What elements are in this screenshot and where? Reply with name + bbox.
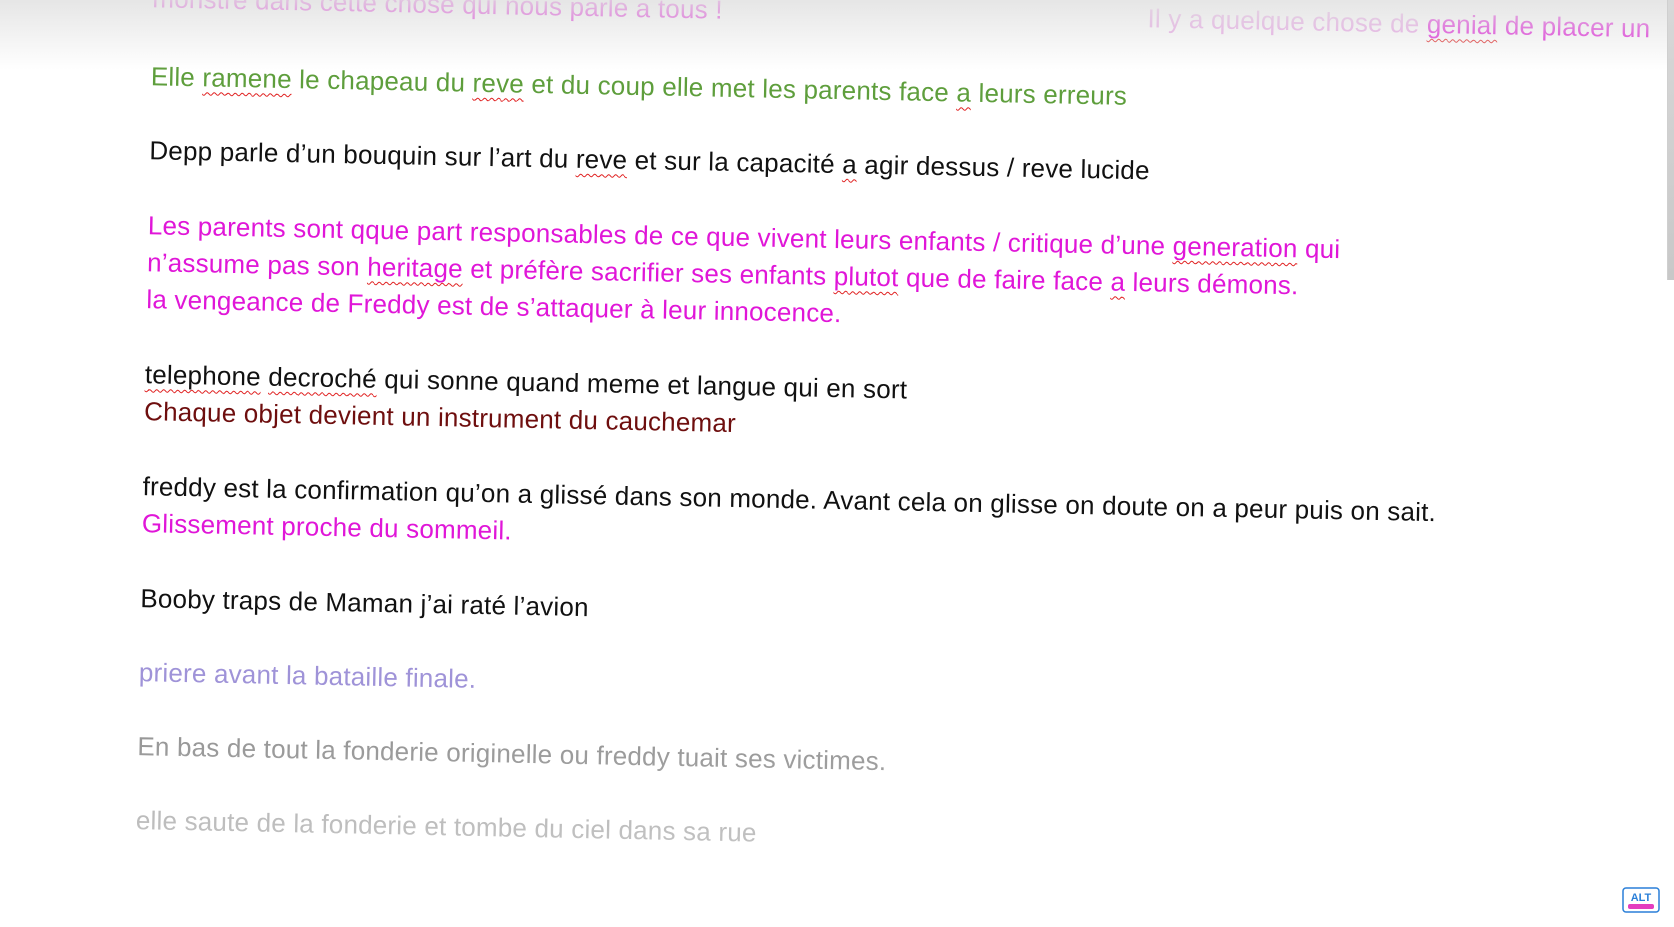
text-run: agir dessus / reve lucide	[864, 149, 1150, 186]
text-run: En bas de tout la fonderie originelle ou…	[137, 731, 887, 777]
paragraph-parents: Les parents sont qque part responsables …	[146, 207, 1458, 344]
text-run: Booby traps de Maman j’ai raté l’avion	[140, 583, 589, 623]
misspelled-word: a	[841, 149, 858, 180]
misspelled-word: decroché	[268, 361, 378, 394]
text-run: elle saute de la fonderie et tombe du ci…	[135, 805, 757, 848]
text-run: que de faire face	[905, 262, 1104, 297]
misspelled-word: a	[956, 77, 972, 108]
document-body: monstre dans cette chose qui nous parle …	[0, 0, 1674, 927]
misspelled-word: plutot	[833, 260, 899, 293]
paragraph-booby: Booby traps de Maman j’ai raté l’avion	[140, 580, 1470, 644]
misspelled-word: a	[1110, 266, 1126, 297]
text-run: Chaque objet devient un instrument du ca…	[143, 396, 737, 439]
misspelled-word: reve	[575, 143, 628, 175]
paragraph-depp: Depp parle d’un bouquin sur l’art du rev…	[149, 132, 1479, 196]
misspelled-word: telephone	[144, 359, 262, 392]
text-run: monstre dans cette chose qui nous parle …	[152, 0, 724, 25]
text-run: Depp parle d’un bouquin sur l’art du	[149, 135, 569, 174]
text-run: Il y a quelque chose de	[1147, 3, 1420, 39]
misspelled-word: heritage	[366, 251, 464, 284]
misspelled-word: generation	[1172, 230, 1298, 264]
paragraph-fonderie: En bas de tout la fonderie originelle ou…	[137, 728, 1467, 792]
text-run: leurs démons.	[1132, 266, 1299, 301]
text-run: et du coup elle met les parents face	[531, 68, 950, 108]
paragraph-freddy: freddy est la confirmation qu’on a gliss…	[142, 468, 1473, 569]
paragraph-chapeau: Elle ramene le chapeau du reve et du cou…	[150, 58, 1480, 122]
scrollbar[interactable]	[1667, 0, 1674, 280]
text-run: Glissement proche du sommeil.	[141, 508, 513, 546]
screenshot-frame: monstre dans cette chose qui nous parle …	[0, 0, 1674, 927]
text-run: priere avant la bataille finale.	[138, 657, 477, 694]
text-run: de placer un	[1504, 10, 1651, 44]
text-run: la vengeance de Freddy est de s’attaquer…	[146, 284, 842, 329]
misspelled-word: reve	[472, 67, 525, 99]
misspelled-word: genial	[1426, 8, 1498, 41]
logo-text: ALT	[1631, 892, 1652, 904]
text-run: le chapeau du	[298, 64, 466, 98]
text-run: Elle	[150, 61, 196, 93]
paragraph-telephone: telephone decroché qui sonne quand meme …	[144, 356, 1475, 457]
channel-logo: ALT	[1622, 887, 1660, 913]
paragraph-saute: elle saute de la fonderie et tombe du ci…	[136, 802, 1466, 866]
channel-logo-graphic: ALT	[1622, 887, 1660, 913]
text-run: et sur la capacité	[634, 144, 836, 179]
text-run: leurs erreurs	[978, 77, 1128, 111]
paragraph-priere: priere avant la bataille finale.	[139, 654, 1469, 718]
text-run: et préfère sacrifier ses enfants	[469, 253, 827, 291]
text-run: qui sonne quand meme et langue qui en so…	[384, 363, 908, 405]
misspelled-word: ramene	[202, 62, 293, 95]
paragraph-monstre: monstre dans cette chose qui nous parle …	[152, 0, 1651, 43]
